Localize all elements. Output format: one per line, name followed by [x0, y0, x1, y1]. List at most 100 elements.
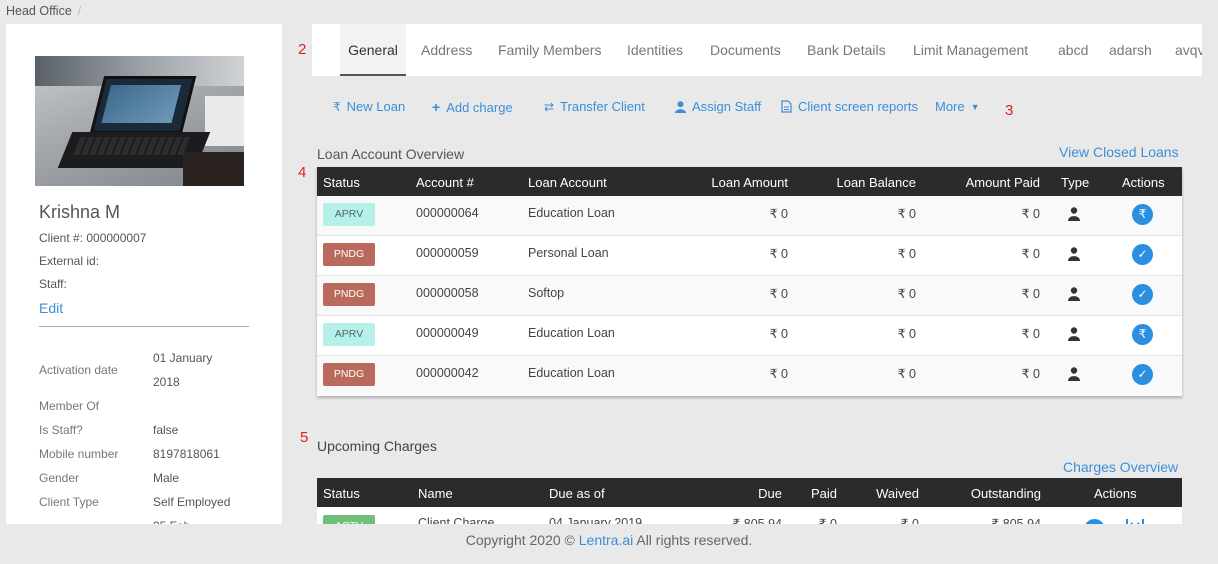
loan-product: Education Loan — [528, 366, 615, 380]
more-dropdown[interactable]: More ▼ — [935, 99, 980, 114]
detail-value: 25 Feb — [153, 514, 259, 524]
status-badge: APRV — [323, 323, 375, 346]
footer-brand-link[interactable]: Lentra.ai — [579, 532, 633, 548]
new-loan-button[interactable]: ₹ New Loan — [333, 99, 405, 114]
loan-amount: ₹ 0 — [769, 247, 788, 261]
detail-value: Male — [153, 471, 180, 485]
column-header: Status — [323, 175, 360, 190]
table-row[interactable]: PNDG 000000042 Education Loan ₹ 0 ₹ 0 ₹ … — [317, 356, 1182, 396]
approve-check-icon[interactable]: ✓ — [1132, 244, 1153, 265]
loan-amount: ₹ 0 — [769, 207, 788, 221]
detail-row-partial: 25 Feb — [39, 514, 259, 524]
account-number[interactable]: 000000042 — [416, 366, 479, 380]
breadcrumb-item-head-office[interactable]: Head Office — [6, 4, 72, 18]
footer-rights: All rights reserved. — [636, 532, 753, 548]
column-header: Waived — [876, 486, 919, 501]
transfer-client-button[interactable]: ⇄ Transfer Client — [544, 99, 645, 114]
approve-check-icon[interactable]: ✓ — [1132, 364, 1153, 385]
detail-key: Mobile number — [39, 447, 119, 461]
tab-adarsh[interactable]: adarsh — [1109, 24, 1152, 76]
detail-row-member-of: Member Of — [39, 394, 259, 418]
loan-overview-title: Loan Account Overview — [317, 146, 465, 162]
loan-product: Softop — [528, 286, 565, 300]
individual-type-icon — [1068, 367, 1080, 381]
account-number[interactable]: 000000064 — [416, 206, 479, 220]
account-number[interactable]: 000000058 — [416, 286, 479, 300]
client-photo — [35, 56, 244, 186]
plus-icon: + — [432, 99, 441, 115]
column-header: Name — [418, 486, 453, 501]
user-icon — [675, 100, 686, 113]
upcoming-charges-title: Upcoming Charges — [317, 438, 437, 454]
table-row[interactable]: APRV 000000049 Education Loan ₹ 0 ₹ 0 ₹ … — [317, 316, 1182, 356]
detail-value: false — [153, 423, 179, 437]
loan-accounts-table: Status Account # Loan Account Loan Amoun… — [317, 167, 1182, 396]
table-row[interactable]: APRV 000000064 Education Loan ₹ 0 ₹ 0 ₹ … — [317, 196, 1182, 236]
pay-charge-icon[interactable] — [1084, 519, 1105, 524]
waive-charge-icon[interactable] — [1126, 517, 1144, 524]
breadcrumb: Head Office / — [6, 4, 81, 18]
loan-amount: ₹ 0 — [769, 327, 788, 341]
status-badge: ACTV — [323, 515, 375, 524]
tab-family-members[interactable]: Family Members — [498, 24, 601, 76]
disburse-action-icon[interactable]: ₹ — [1132, 324, 1153, 345]
annotation-marker-2: 2 — [298, 41, 307, 58]
tab-documents[interactable]: Documents — [710, 24, 781, 76]
transfer-icon: ⇄ — [544, 99, 555, 114]
status-badge: PNDG — [323, 363, 375, 386]
amount-paid: ₹ 0 — [1021, 367, 1040, 381]
caret-down-icon: ▼ — [970, 101, 980, 112]
breadcrumb-separator: / — [77, 4, 82, 18]
tab-limit-management[interactable]: Limit Management — [913, 24, 1028, 76]
approve-check-icon[interactable]: ✓ — [1132, 284, 1153, 305]
divider — [39, 326, 249, 327]
detail-value — [153, 394, 259, 418]
detail-key: Is Staff? — [39, 423, 83, 437]
table-row[interactable]: PNDG 000000059 Personal Loan ₹ 0 ₹ 0 ₹ 0… — [317, 236, 1182, 276]
edit-client-link[interactable]: Edit — [39, 300, 63, 316]
table-header: Status Account # Loan Account Loan Amoun… — [317, 167, 1182, 196]
detail-key: Gender — [39, 471, 80, 485]
amount-paid: ₹ 0 — [1021, 287, 1040, 301]
table-row[interactable]: ACTV Client Charge 04 January 2019 ₹ 805… — [317, 507, 1182, 524]
charges-overview-link[interactable]: Charges Overview — [1063, 459, 1178, 475]
column-header: Account # — [416, 175, 474, 190]
loan-balance: ₹ 0 — [897, 327, 916, 341]
column-header: Paid — [810, 486, 837, 501]
individual-type-icon — [1068, 327, 1080, 341]
view-closed-loans-link[interactable]: View Closed Loans — [1059, 144, 1179, 160]
tab-general[interactable]: General — [340, 24, 406, 76]
detail-key: Client Type — [39, 495, 99, 509]
annotation-marker-5: 5 — [300, 429, 309, 446]
tab-identities[interactable]: Identities — [627, 24, 683, 76]
status-badge: PNDG — [323, 243, 375, 266]
disburse-action-icon[interactable]: ₹ — [1132, 204, 1153, 225]
detail-value: 8197818061 — [153, 447, 220, 461]
column-header: Actions — [1122, 175, 1165, 190]
assign-staff-button[interactable]: Assign Staff — [675, 99, 761, 114]
client-number: Client #: 000000007 — [39, 231, 147, 245]
tab-avqv[interactable]: avqv — [1175, 24, 1202, 76]
footer: Copyright 2020 © Lentra.ai All rights re… — [0, 532, 1218, 548]
table-body: APRV 000000064 Education Loan ₹ 0 ₹ 0 ₹ … — [317, 196, 1182, 396]
staff-label: Staff: — [39, 277, 67, 291]
account-number[interactable]: 000000059 — [416, 246, 479, 260]
charge-outstanding: ₹ 805.94 — [991, 517, 1041, 524]
column-header: Loan Account — [528, 175, 607, 190]
tab-address[interactable]: Address — [421, 24, 472, 76]
table-row[interactable]: PNDG 000000058 Softop ₹ 0 ₹ 0 ₹ 0 ✓ — [317, 276, 1182, 316]
tab-bank-details[interactable]: Bank Details — [807, 24, 886, 76]
loan-product: Education Loan — [528, 206, 615, 220]
annotation-marker-4: 4 — [298, 164, 307, 181]
tab-abcd[interactable]: abcd — [1058, 24, 1088, 76]
detail-value: 01 January 2018 — [153, 351, 213, 389]
client-screen-reports-button[interactable]: Client screen reports — [781, 99, 918, 114]
charge-paid: ₹ 0 — [818, 517, 837, 524]
account-number[interactable]: 000000049 — [416, 326, 479, 340]
add-charge-button[interactable]: + Add charge — [432, 99, 513, 115]
loan-balance: ₹ 0 — [897, 247, 916, 261]
loan-balance: ₹ 0 — [897, 207, 916, 221]
annotation-marker-3: 3 — [1005, 102, 1014, 119]
column-header: Loan Balance — [836, 175, 916, 190]
column-header: Status — [323, 486, 360, 501]
